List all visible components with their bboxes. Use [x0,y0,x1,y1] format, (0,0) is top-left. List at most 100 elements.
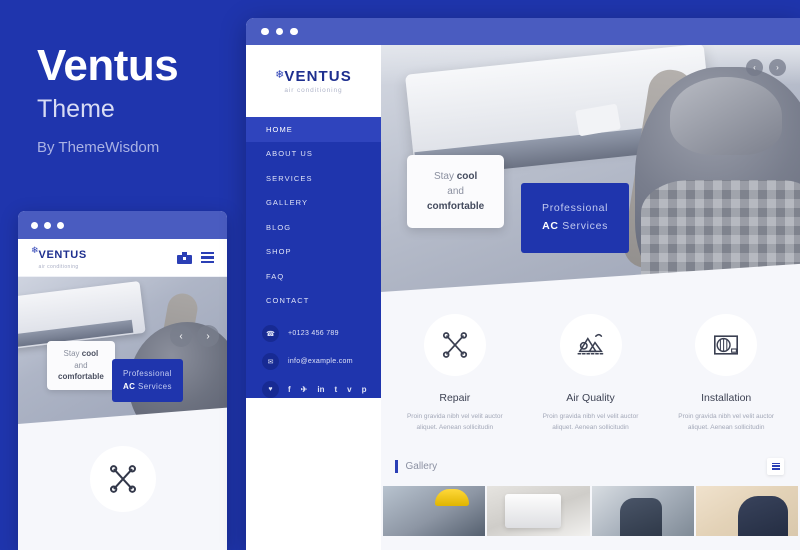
sidebar-item-gallery[interactable]: GALLERY [246,191,381,216]
landscape-air-quality-icon [576,333,605,355]
service-title: Repair [439,392,471,404]
service-description: Proin gravida nibh vel velit auctor aliq… [678,413,775,432]
sidebar-item-shop[interactable]: SHOP [246,240,381,265]
phone-icon: ☎ [262,325,279,342]
vimeo-icon[interactable]: v [347,385,351,394]
contact-email-text: info@example.com [288,358,353,365]
service-description: Proin gravida nibh vel velit auctor aliq… [542,413,639,432]
sidebar-logo[interactable]: ❄ VENTUS air conditioning [246,45,381,117]
window-dot-icon[interactable] [57,221,64,229]
sidebar-item-home[interactable]: HOME [246,117,381,142]
service-icon-circle [423,314,486,376]
service-title: Installation [701,392,752,404]
accent-bar [395,459,398,473]
technician-clipboard-photo[interactable] [591,485,694,536]
sidebar-item-services[interactable]: SERVICES [246,166,381,191]
gallery-grid [381,485,800,536]
technician-hair-shape [670,77,782,155]
hero-badge-rest: Services [558,219,609,232]
hero-card-line1: Stay [433,171,457,182]
promo-byline: By ThemeWisdom [37,139,160,156]
worker-navy-cap-photo[interactable] [695,485,798,536]
sidebar-item-faq[interactable]: FAQ [246,264,381,289]
service-description: Proin gravida nibh vel velit auctor aliq… [406,413,503,432]
heart-icon: ♥ [262,381,279,398]
brand-tagline: air conditioning [38,264,79,270]
sidebar-item-about-us[interactable]: ABOUT US [246,142,381,167]
linkedin-icon[interactable]: in [317,385,324,394]
ac-unit-icon [714,335,739,355]
service-card-air-quality[interactable]: Air Quality Proin gravida nibh vel velit… [523,314,659,434]
worker-yellow-hardhat-photo[interactable] [383,485,486,536]
hamburger-menu-icon[interactable] [201,252,214,263]
crossed-wrenches-icon [442,332,467,358]
window-dot-icon[interactable] [290,27,298,36]
hero-tagline-card: Stay cool and comfortable [407,155,505,228]
hero-card-line1-bold: cool [456,171,478,182]
promo-block: Ventus Theme By ThemeWisdom [37,41,237,157]
page-title: Ventus [37,41,179,90]
pinterest-icon[interactable]: p [362,385,367,394]
mobile-slider-arrows: ‹ › [170,325,219,347]
brand-name: VENTUS [284,68,352,85]
tumblr-icon[interactable]: t [334,385,337,394]
service-icon-circle [695,314,758,376]
slider-prev-button[interactable]: ‹ [170,325,192,347]
hero-badge-line1: Professional [123,369,172,379]
snowflake-icon: ❄ [31,245,39,255]
toolbox-icon[interactable] [177,251,192,264]
window-dot-icon[interactable] [31,221,38,229]
mobile-logo[interactable]: ❄ VENTUS air conditioning [31,245,87,271]
hero-slider-arrows: ‹ › [746,59,786,76]
mobile-hero-badge: Professional AC Services [112,359,183,402]
contact-phone-row[interactable]: ☎ +0123 456 789 [262,325,381,342]
gallery-title-group: Gallery [395,459,437,473]
mobile-window-chrome [18,211,227,239]
hero-card-line3: comfortable [58,372,104,382]
service-card-repair[interactable]: Repair Proin gravida nibh vel velit auct… [387,314,523,434]
window-dot-icon[interactable] [261,27,269,36]
mobile-hero-card: Stay cool and comfortable [47,341,115,390]
hero-card-line1: Stay [63,349,82,359]
promo-subtitle: Theme [37,95,115,123]
snowflake-icon: ❄ [275,69,285,81]
brand-name: VENTUS [38,249,87,261]
service-title: Air Quality [566,392,615,404]
crossed-wrenches-icon [109,465,136,493]
mobile-hero-slider: ‹ › Stay cool and comfortable Profession… [18,277,227,424]
hero-card-line2: and [447,186,464,197]
hero-badge-bold: AC [123,381,136,391]
facebook-icon[interactable]: f [288,385,291,394]
slider-prev-button[interactable]: ‹ [746,59,763,76]
social-links: f ✈ in t v p [288,385,381,394]
window-dot-icon[interactable] [275,27,283,36]
service-card-installation[interactable]: Installation Proin gravida nibh vel veli… [658,314,794,434]
sidebar-nav: HOME ABOUT US SERVICES GALLERY BLOG SHOP… [246,117,381,313]
services-section: Repair Proin gravida nibh vel velit auct… [381,292,800,442]
wall-ac-unit-photo[interactable] [487,485,590,536]
desktop-window-chrome [246,18,800,45]
slider-next-button[interactable]: › [197,325,219,347]
hero-card-line2: and [74,360,88,370]
service-icon-circle [559,314,622,376]
sidebar-item-blog[interactable]: BLOG [246,215,381,240]
envelope-icon: ✉ [262,353,279,370]
sidebar-item-contact[interactable]: CONTACT [246,289,381,314]
service-icon-circle[interactable] [89,446,156,512]
hero-card-line3: comfortable [427,201,485,212]
mobile-topbar: ❄ VENTUS air conditioning [18,239,227,277]
hero-badge-bold: AC [542,219,559,232]
list-view-icon[interactable] [767,457,784,475]
sidebar-contact-block: ☎ +0123 456 789 ✉ info@example.com ♥ f ✈… [246,313,381,398]
hero-slider: ‹ › Stay cool and comfortable Profession… [381,45,800,292]
contact-email-row[interactable]: ✉ info@example.com [262,353,381,370]
mobile-mockup: ❄ VENTUS air conditioning ‹ › Stay cool … [18,211,227,550]
contact-phone-text: +0123 456 789 [288,330,339,337]
twitter-icon[interactable]: ✈ [301,385,308,394]
gallery-header: Gallery [381,442,800,486]
window-dot-icon[interactable] [44,221,51,229]
slider-next-button[interactable]: › [769,59,786,76]
mobile-topbar-icons [177,251,214,264]
hero-badge-rest: Services [135,381,172,391]
sidebar: ❄ VENTUS air conditioning HOME ABOUT US … [246,45,381,550]
